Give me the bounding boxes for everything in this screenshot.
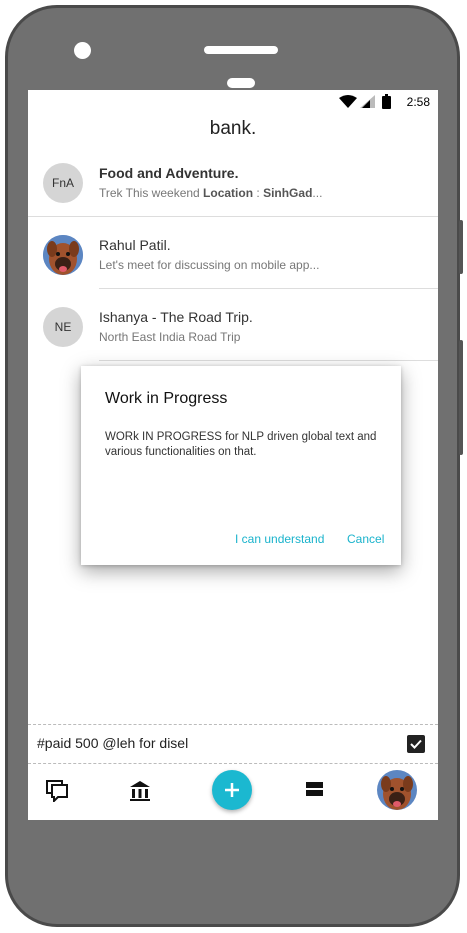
preview-location-label: Location (203, 186, 254, 200)
bottom-navigation (28, 770, 438, 820)
conversation-item[interactable]: Rahul Patil. Let's meet for discussing o… (28, 219, 438, 289)
volume-button (459, 220, 463, 274)
conversation-title: Ishanya - The Road Trip. (99, 309, 253, 325)
status-bar: 2:58 (28, 90, 438, 114)
preview-ellipsis: ... (312, 186, 323, 200)
add-button[interactable] (212, 770, 252, 810)
list-icon[interactable] (305, 780, 325, 798)
dog-photo-icon (377, 770, 417, 810)
signal-icon (360, 95, 375, 108)
front-camera (74, 42, 91, 59)
row-divider (99, 360, 438, 361)
preview-location-value: SinhGad (263, 186, 313, 200)
conversation-item[interactable]: NE Ishanya - The Road Trip. North East I… (28, 291, 438, 361)
profile-avatar[interactable] (377, 770, 417, 810)
dialog-title: Work in Progress (105, 390, 228, 407)
preview-text: Trek This weekend (99, 186, 204, 200)
avatar: NE (43, 307, 83, 347)
proximity-sensor (227, 78, 255, 88)
chat-icon[interactable] (46, 780, 68, 802)
compose-bar (28, 724, 438, 764)
power-button (459, 340, 463, 455)
conversation-preview: Trek This weekend Location : SinhGad... (99, 186, 322, 200)
dog-photo-icon (43, 235, 83, 275)
preview-separator: : (253, 186, 264, 200)
app-title: bank. (209, 118, 257, 139)
conversation-preview: North East India Road Trip (99, 330, 241, 344)
dog-avatar (43, 235, 83, 275)
conversation-item[interactable]: FnA Food and Adventure. Trek This weeken… (28, 147, 438, 217)
conversation-title: Rahul Patil. (99, 237, 171, 253)
battery-icon (382, 94, 391, 109)
avatar: FnA (43, 163, 83, 203)
earpiece-speaker (204, 46, 278, 54)
confirm-button[interactable]: I can understand (235, 532, 324, 546)
row-divider (28, 216, 438, 217)
plus-icon (225, 783, 239, 797)
conversation-preview: Let's meet for discussing on mobile app.… (99, 258, 320, 272)
send-checkbox[interactable] (407, 735, 425, 753)
status-time: 2:58 (406, 95, 430, 109)
message-input[interactable] (37, 735, 377, 751)
wifi-icon (339, 95, 357, 108)
bank-icon[interactable] (129, 780, 151, 802)
work-in-progress-dialog: Work in Progress WORk IN PROGRESS for NL… (81, 366, 401, 565)
screen: 2:58 bank. FnA Food and Adventure. Trek … (28, 90, 438, 820)
row-divider (99, 288, 438, 289)
dialog-message: WORk IN PROGRESS for NLP driven global t… (105, 431, 377, 458)
conversation-title: Food and Adventure. (99, 165, 239, 181)
check-icon (410, 739, 422, 749)
cancel-button[interactable]: Cancel (347, 532, 384, 546)
